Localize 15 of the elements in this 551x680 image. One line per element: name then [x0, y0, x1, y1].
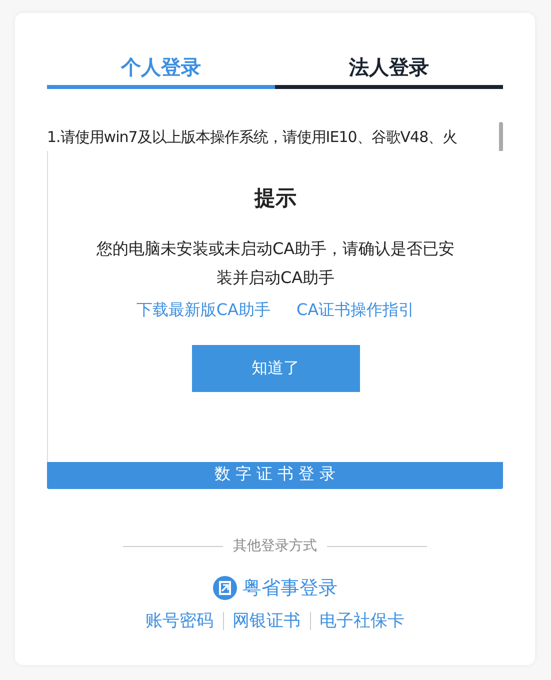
login-tab[interactable]: 法人登录 — [275, 49, 503, 89]
ok-button[interactable]: 知道了 — [192, 345, 360, 392]
notice-text: 1.请使用win7及以上版本操作系统，请使用IE10、谷歌V48、火 — [47, 127, 458, 147]
login-method-link[interactable]: 账号密码 — [146, 609, 214, 632]
dialog-link[interactable]: 下载最新版CA助手 — [136, 300, 270, 321]
dialog-title: 提示 — [254, 185, 296, 212]
dialog-message: 您的电脑未安装或未启动CA助手，请确认是否已安装并启动CA助手 — [95, 238, 456, 289]
login-method-link[interactable]: 网银证书 — [232, 609, 300, 632]
scrollbar[interactable] — [499, 122, 503, 152]
app-login-link[interactable]: 粤省事登录 — [212, 575, 338, 601]
login-tab[interactable]: 个人登录 — [47, 49, 275, 89]
app-logo-icon — [212, 576, 236, 600]
other-methods-label: 其他登录方式 — [233, 537, 317, 555]
dialog-link[interactable]: CA证书操作指引 — [296, 300, 415, 321]
login-method-link[interactable]: 电子社保卡 — [320, 609, 404, 632]
